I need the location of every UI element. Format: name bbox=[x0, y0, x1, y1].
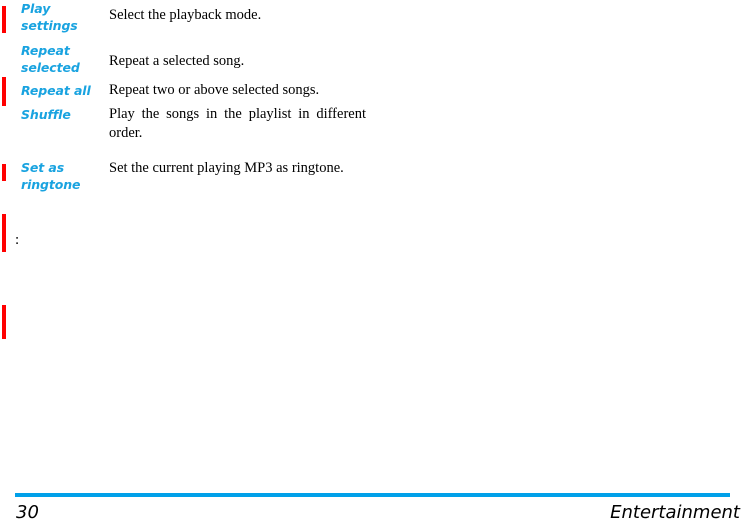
feature-description-play-settings: Select the playback mode. bbox=[109, 7, 262, 23]
feature-label-set-as-ringtone: Set as ringtone bbox=[21, 160, 81, 192]
row-marker-cell bbox=[0, 34, 21, 106]
feature-label-repeat-selected: Repeat selected bbox=[21, 43, 80, 75]
feature-description-shuffle: Play the songs in the playlist in differ… bbox=[109, 106, 366, 141]
row-marker-cell bbox=[0, 76, 21, 181]
red-tab-marker-icon bbox=[2, 305, 6, 339]
feature-description-set-as-ringtone: Set the current playing MP3 as ringtone. bbox=[109, 160, 344, 176]
footer-page-number: 30 bbox=[16, 502, 39, 523]
table-row: Set as ringtone Set the current playing … bbox=[0, 143, 366, 339]
row-marker-cell bbox=[0, 100, 21, 252]
feature-label-repeat-all: Repeat all bbox=[21, 83, 91, 98]
red-tab-marker-icon bbox=[2, 6, 6, 33]
table-row: Shuffle Play the songs in the playlist i… bbox=[0, 100, 366, 252]
feature-description-repeat-selected: Repeat a selected song. bbox=[109, 53, 245, 69]
feature-description-table: Play settings Select the playback mode. … bbox=[0, 0, 366, 339]
footer-divider-rule bbox=[15, 493, 730, 497]
manual-page: Play settings Select the playback mode. … bbox=[0, 0, 744, 523]
feature-label-shuffle: Shuffle bbox=[21, 107, 71, 122]
red-tab-marker-icon bbox=[2, 214, 6, 252]
table-row: Play settings Select the playback mode. bbox=[0, 0, 366, 34]
footer-section-title: Entertainment bbox=[610, 502, 740, 523]
feature-description-repeat-all: Repeat two or above selected songs. bbox=[109, 82, 320, 98]
row-marker-cell bbox=[0, 143, 21, 339]
table-row: Repeat selected Repeat a selected song. bbox=[0, 34, 366, 106]
row-marker-cell bbox=[0, 0, 21, 34]
table-row: Repeat all Repeat two or above selected … bbox=[0, 76, 366, 181]
trailing-colon-text: : bbox=[15, 232, 20, 248]
feature-label-play-settings: Play settings bbox=[21, 1, 78, 33]
